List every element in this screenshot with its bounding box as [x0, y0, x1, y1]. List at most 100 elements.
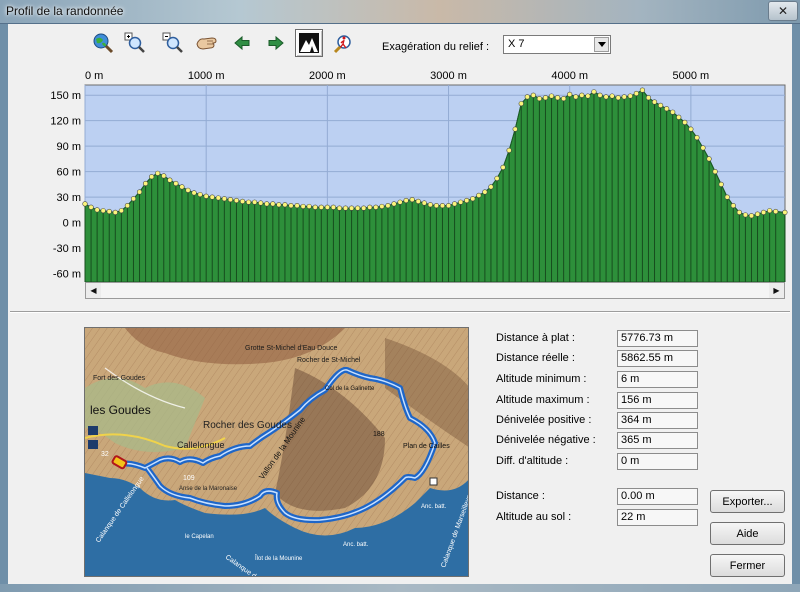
cursor-label: Distance :	[496, 490, 545, 502]
elevation-point	[718, 181, 724, 187]
map-label: Anc. batt.	[343, 542, 369, 548]
elevation-point	[161, 173, 167, 179]
stat-value: 5862.55 m	[617, 350, 698, 367]
elevation-point	[482, 189, 488, 195]
elevation-point	[597, 92, 603, 98]
elevation-point	[633, 90, 639, 97]
elevation-point	[494, 175, 500, 182]
elevation-point	[336, 205, 343, 211]
cursor-value: 22 m	[617, 509, 698, 526]
elevation-point	[730, 202, 736, 209]
cursor-label: Altitude au sol :	[496, 511, 572, 523]
scroll-left-icon[interactable]: ◀	[86, 283, 101, 298]
y-tick-label: 0 m	[63, 218, 81, 230]
building-icon	[429, 477, 438, 486]
elevation-point	[239, 198, 246, 204]
elevation-point	[112, 209, 118, 215]
stat-label: Distance à plat :	[496, 332, 575, 344]
y-tick-label: 150 m	[50, 90, 81, 102]
elevation-point	[258, 200, 264, 206]
map-label: Plan de Cailles	[403, 443, 450, 450]
elevation-point	[221, 196, 227, 202]
elevation-point	[615, 95, 621, 101]
elevation-point	[373, 204, 379, 210]
elevation-point	[470, 196, 476, 202]
window-frame-bottom	[0, 584, 800, 592]
chart-scrollbar[interactable]: ◀ ▶	[85, 282, 785, 299]
y-tick-label: -60 m	[53, 269, 81, 281]
spot-height: 32	[101, 451, 109, 458]
elevation-point	[264, 201, 270, 207]
elevation-point	[694, 135, 700, 141]
elevation-point	[282, 202, 288, 208]
elevation-point	[439, 202, 446, 209]
elevation-point	[782, 209, 788, 215]
y-tick-label: 120 m	[50, 116, 81, 128]
elevation-point	[173, 180, 179, 187]
elevation-point	[397, 199, 403, 205]
elevation-point	[130, 196, 137, 202]
elevation-point	[106, 208, 112, 215]
map-label: le Capelan	[185, 534, 214, 540]
elevation-point	[670, 109, 676, 115]
cursor-value: 0.00 m	[617, 488, 698, 505]
route-map[interactable]: 32 109 188 Grotte St-Michel d'Eau Douce …	[84, 327, 469, 577]
elevation-point	[155, 170, 161, 176]
stat-label: Altitude maximum :	[496, 394, 590, 406]
elevation-point	[355, 205, 361, 211]
elevation-point	[306, 203, 312, 210]
elevation-point	[391, 201, 397, 207]
help-button[interactable]: Aide	[710, 522, 785, 545]
elevation-point	[657, 102, 664, 108]
elevation-point	[676, 114, 682, 120]
elevation-point	[185, 187, 191, 193]
elevation-point	[688, 126, 694, 132]
export-button[interactable]: Exporter...	[710, 490, 785, 513]
elevation-point	[603, 94, 609, 100]
elevation-point	[276, 202, 282, 208]
elevation-point	[300, 203, 306, 210]
y-tick-label: -30 m	[53, 243, 81, 255]
y-tick-label: 30 m	[57, 192, 81, 204]
elevation-point	[542, 95, 549, 101]
elevation-point	[567, 91, 573, 97]
elevation-point	[464, 197, 470, 204]
elevation-point	[512, 126, 518, 132]
stat-label: Dénivelée positive :	[496, 414, 592, 426]
elevation-point	[197, 191, 203, 198]
elevation-point	[573, 94, 579, 100]
elevation-point	[724, 194, 730, 200]
elevation-point	[403, 197, 409, 204]
elevation-point	[458, 199, 464, 205]
elevation-point	[627, 93, 633, 99]
profile-window-client: Exagération du relief : X 7 0 m 1000 m 200…	[8, 24, 792, 584]
elevation-point	[288, 202, 294, 209]
elevation-point	[318, 204, 324, 210]
elevation-point	[706, 156, 712, 162]
scroll-right-icon[interactable]: ▶	[769, 283, 784, 298]
elevation-point	[700, 145, 706, 151]
elevation-profile-chart[interactable]: 0 m 1000 m 2000 m 3000 m 4000 m 5000 m 150 m 12…	[8, 24, 792, 282]
elevation-point	[385, 202, 391, 209]
title-bar: Profil de la randonnée ✕	[0, 0, 800, 24]
elevation-point	[415, 198, 421, 204]
elevation-point	[561, 95, 567, 102]
elevation-point	[760, 209, 767, 215]
elevation-point	[167, 177, 173, 183]
info-icon	[88, 440, 98, 449]
elevation-point	[433, 202, 440, 209]
spot-height: 109	[183, 475, 195, 482]
elevation-point	[409, 197, 415, 203]
y-tick-label: 90 m	[57, 141, 81, 153]
elevation-point	[585, 93, 591, 99]
elevation-point	[742, 212, 749, 218]
elevation-point	[427, 202, 433, 208]
elevation-point	[548, 93, 555, 99]
stat-label: Distance réelle :	[496, 352, 575, 364]
close-window-button[interactable]: ✕	[768, 1, 798, 21]
map-label: les Goudes	[90, 403, 151, 417]
elevation-point	[361, 205, 367, 211]
elevation-point	[736, 209, 742, 215]
close-button[interactable]: Fermer	[710, 554, 785, 577]
x-tick-label: 3000 m	[430, 70, 467, 82]
